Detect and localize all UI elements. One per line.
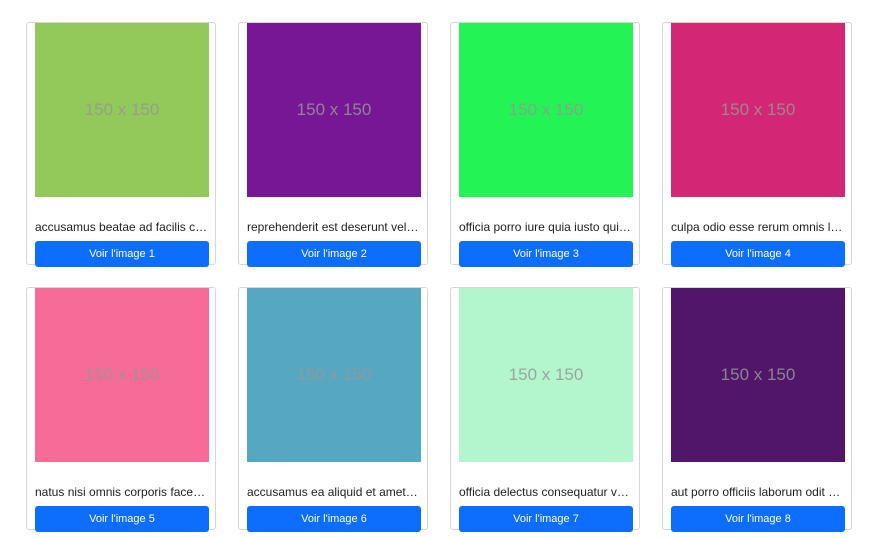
image-size-label: 150 x 150 — [84, 100, 160, 119]
placeholder-image: 150 x 150 — [35, 23, 209, 197]
placeholder-image: 150 x 150 — [247, 23, 421, 197]
view-image-button[interactable]: Voir l'image 4 — [671, 241, 845, 267]
placeholder-image: 150 x 150 — [247, 288, 421, 462]
view-image-button[interactable]: Voir l'image 6 — [247, 506, 421, 532]
image-caption: accusamus ea aliquid et amet sequi nemo — [247, 485, 421, 499]
placeholder-image: 150 x 150 — [459, 288, 633, 462]
image-caption: natus nisi omnis corporis facere molesti… — [35, 485, 209, 499]
view-image-button[interactable]: Voir l'image 1 — [35, 241, 209, 267]
image-caption: officia delectus consequatur vero aut ve… — [459, 485, 633, 499]
image-caption: reprehenderit est deserunt velit ipsam — [247, 220, 421, 234]
placeholder-image: 150 x 150 — [459, 23, 633, 197]
image-card: 150 x 150 aut porro officiis laborum odi… — [662, 287, 852, 532]
image-card: 150 x 150 accusamus beatae ad facilis cu… — [26, 22, 216, 267]
placeholder-image: 150 x 150 — [35, 288, 209, 462]
image-card: 150 x 150 officia porro iure quia iusto … — [450, 22, 640, 267]
image-size-label: 150 x 150 — [720, 365, 796, 384]
image-caption: officia porro iure quia iusto qui ipsa u… — [459, 220, 633, 234]
placeholder-image: 150 x 150 — [671, 23, 845, 197]
image-card: 150 x 150 culpa odio esse rerum omnis la… — [662, 22, 852, 267]
image-size-label: 150 x 150 — [296, 100, 372, 119]
view-image-button[interactable]: Voir l'image 5 — [35, 506, 209, 532]
placeholder-image: 150 x 150 — [671, 288, 845, 462]
view-image-button[interactable]: Voir l'image 7 — [459, 506, 633, 532]
image-size-label: 150 x 150 — [720, 100, 796, 119]
image-caption: aut porro officiis laborum odit ea lauda… — [671, 485, 845, 499]
image-card: 150 x 150 officia delectus consequatur v… — [450, 287, 640, 532]
view-image-button[interactable]: Voir l'image 3 — [459, 241, 633, 267]
image-card: 150 x 150 accusamus ea aliquid et amet s… — [238, 287, 428, 532]
image-size-label: 150 x 150 — [508, 365, 584, 384]
image-size-label: 150 x 150 — [84, 365, 160, 384]
image-size-label: 150 x 150 — [508, 100, 584, 119]
view-image-button[interactable]: Voir l'image 8 — [671, 506, 845, 532]
image-grid: 150 x 150 accusamus beatae ad facilis cu… — [0, 0, 888, 538]
image-card: 150 x 150 natus nisi omnis corporis face… — [26, 287, 216, 532]
image-caption: accusamus beatae ad facilis cum similiqu… — [35, 220, 209, 234]
image-caption: culpa odio esse rerum omnis laboriosam v… — [671, 220, 845, 234]
image-size-label: 150 x 150 — [296, 365, 372, 384]
view-image-button[interactable]: Voir l'image 2 — [247, 241, 421, 267]
image-card: 150 x 150 reprehenderit est deserunt vel… — [238, 22, 428, 267]
